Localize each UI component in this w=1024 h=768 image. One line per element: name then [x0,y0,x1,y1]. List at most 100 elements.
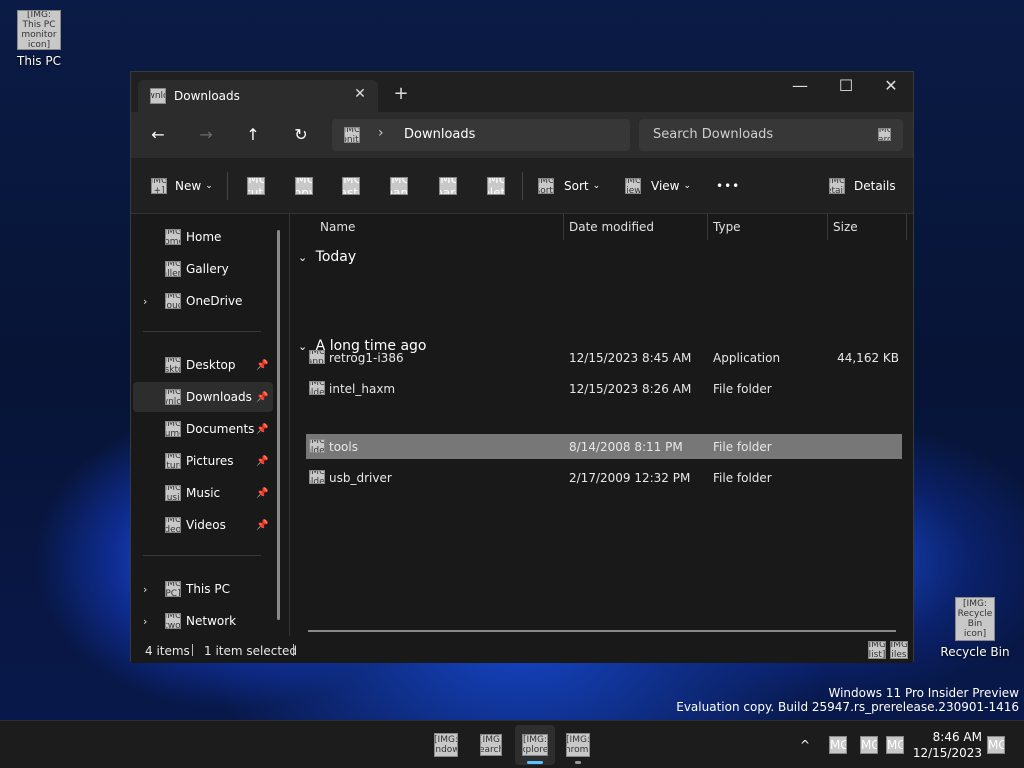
close-button[interactable]: ✕ [868,72,914,102]
sidebar-item-documents[interactable]: [IMG: document] Documents 📌 [133,414,273,444]
tiles-view-icon[interactable]: [IMG: tiles] [890,641,908,659]
group-header-today[interactable]: ⌄ Today [298,249,356,265]
sidebar-item-home[interactable]: [IMG: home] Home [133,222,273,252]
address-bar-row: ← → ↑ ↻ [IMG: monitor] › Downloads Searc… [131,112,913,158]
folder-icon: [IMG: Explorer] [522,734,548,756]
paste-icon[interactable]: [IMG: paste] [342,177,360,195]
pin-icon: 📌 [256,487,269,499]
table-row[interactable]: [IMG: folder] tools 8/14/2008 8:11 PM Fi… [306,434,902,459]
onedrive-cloud-icon: [IMG: cloud] [165,293,181,309]
sidebar-item-music[interactable]: [IMG: music] Music 📌 [133,478,273,508]
file-name: usb_driver [329,471,392,485]
downloads-folder-icon: [IMG: download] [165,389,181,405]
command-bar: [IMG: +] New ⌄ [IMG: cut] [IMG: copy] [I… [131,158,913,214]
tab-downloads[interactable]: [IMG: download arrow] Downloads ✕ [138,80,378,112]
more-options-button[interactable]: ••• [716,174,740,198]
desktop-folder-icon: [IMG: desktop] [165,357,181,373]
this-pc-small-icon: [IMG: PC] [165,581,181,597]
column-header-type[interactable]: Type [713,214,741,240]
file-explorer-window: [IMG: download arrow] Downloads ✕ + — ☐ … [130,71,915,663]
volume-muted-icon[interactable]: [IMG] [886,736,904,754]
file-date: 12/15/2023 8:26 AM [569,382,692,396]
chrome-taskbar-button[interactable]: [IMG: Chrome] [558,725,598,765]
search-input[interactable]: Search Downloads [653,127,773,142]
forward-button[interactable]: → [192,122,220,148]
sidebar-item-videos[interactable]: [IMG: videos] Videos 📌 [133,510,273,540]
active-app-indicator [527,761,543,764]
tab-close-icon[interactable]: ✕ [350,84,370,104]
column-divider[interactable] [707,214,708,240]
view-chevron-icon: ⌄ [683,181,692,191]
status-bar: 4 items 1 item selected [IMG: list] [IMG… [131,636,913,663]
breadcrumb-current[interactable]: Downloads [404,127,475,142]
column-header-date-modified[interactable]: Date modified [569,214,654,240]
new-button[interactable]: [IMG: +] New ⌄ [151,174,213,198]
pin-icon: 📌 [256,455,269,467]
start-button[interactable]: [IMG: Windows] [426,725,466,765]
desktop-icon-this-pc[interactable]: [IMG: This PC monitor icon] This PC [1,10,77,68]
file-explorer-taskbar-button[interactable]: [IMG: Explorer] [515,725,555,765]
up-button[interactable]: ↑ [239,122,267,148]
details-pane-button[interactable]: [IMG: details] Details [829,174,896,198]
sidebar-item-network[interactable]: › [IMG: network] Network [133,606,273,636]
address-box[interactable]: [IMG: monitor] › Downloads [332,119,630,151]
cut-icon[interactable]: [IMG: cut] [247,177,265,195]
notification-bell-icon[interactable]: [IMG] [987,736,1005,754]
share-icon[interactable]: [IMG: share] [439,177,457,195]
column-header-name[interactable]: Name [320,214,355,240]
watermark-line-1: Windows 11 Pro Insider Preview [828,686,1019,700]
sidebar-item-this-pc[interactable]: › [IMG: PC] This PC [133,574,273,604]
details-view-icon[interactable]: [IMG: list] [868,641,886,659]
group-header-long-ago[interactable]: ⌄ A long time ago [298,338,426,354]
status-divider [192,644,193,656]
show-hidden-icons-chevron-icon[interactable]: ^ [796,736,814,754]
this-pc-icon: [IMG: This PC monitor icon] [17,10,61,50]
sidebar-item-gallery[interactable]: [IMG: gallery] Gallery [133,254,273,284]
sort-icon: [IMG: sort] [538,178,554,194]
file-date: 2/17/2009 12:32 PM [569,471,691,485]
item-count: 4 items [145,644,190,658]
new-tab-button[interactable]: + [391,84,411,104]
expand-chevron-icon[interactable]: › [143,583,147,596]
sidebar-item-label: Music [186,486,221,500]
sort-button[interactable]: [IMG: sort] Sort ⌄ [538,174,600,198]
sidebar-item-desktop[interactable]: [IMG: desktop] Desktop 📌 [133,350,273,380]
expand-chevron-icon[interactable]: › [143,615,147,628]
back-button[interactable]: ← [144,122,172,148]
search-taskbar-button[interactable]: [IMG: search] [471,725,511,765]
network-icon: [IMG: network] [165,613,181,629]
minimize-button[interactable]: — [777,72,823,102]
maximize-button[interactable]: ☐ [823,72,869,102]
view-button[interactable]: [IMG: view] View ⌄ [625,174,691,198]
column-header-size[interactable]: Size [833,214,858,240]
table-row[interactable]: [IMG: folder] usb_driver 2/17/2009 12:32… [306,465,902,490]
network-status-icon[interactable]: [IMG] [860,736,878,754]
table-row[interactable]: [IMG: folder] intel_haxm 12/15/2023 8:26… [306,376,902,401]
delete-icon[interactable]: [IMG: delete] [487,177,505,195]
title-bar: [IMG: download arrow] Downloads ✕ + — ☐ … [131,72,913,112]
recycle-bin-icon: [IMG: Recycle Bin icon] [955,597,995,641]
column-divider[interactable] [827,214,828,240]
sidebar-item-onedrive[interactable]: › [IMG: cloud] OneDrive [133,286,273,316]
sidebar-item-label: Gallery [186,262,229,276]
desktop-icon-recycle-bin[interactable]: [IMG: Recycle Bin icon] Recycle Bin [937,597,1013,659]
search-box[interactable]: Search Downloads [IMG: search] [639,119,903,151]
onedrive-offline-icon[interactable]: [IMG] [829,736,847,754]
sidebar-item-pictures[interactable]: [IMG: pictures] Pictures 📌 [133,446,273,476]
new-chevron-icon: ⌄ [205,181,213,191]
sidebar-item-downloads[interactable]: [IMG: download] Downloads 📌 [133,382,273,412]
refresh-button[interactable]: ↻ [287,122,315,148]
downloads-tab-icon: [IMG: download arrow] [150,88,166,104]
column-divider[interactable] [906,214,907,240]
copy-icon[interactable]: [IMG: copy] [295,177,313,195]
horizontal-scrollbar[interactable] [308,630,896,632]
file-list: Name Date modified Type Size ⌄ Today [IM… [290,214,915,636]
sidebar-scrollbar[interactable] [277,230,280,620]
column-divider[interactable] [563,214,564,240]
new-label: New [175,179,202,193]
details-pane-icon: [IMG: details] [829,178,845,194]
clock[interactable]: 8:46 AM 12/15/2023 [913,729,982,761]
rename-icon[interactable]: [IMG: rename] [390,177,408,195]
expand-chevron-icon[interactable]: › [143,295,147,308]
sort-chevron-icon: ⌄ [592,181,601,191]
